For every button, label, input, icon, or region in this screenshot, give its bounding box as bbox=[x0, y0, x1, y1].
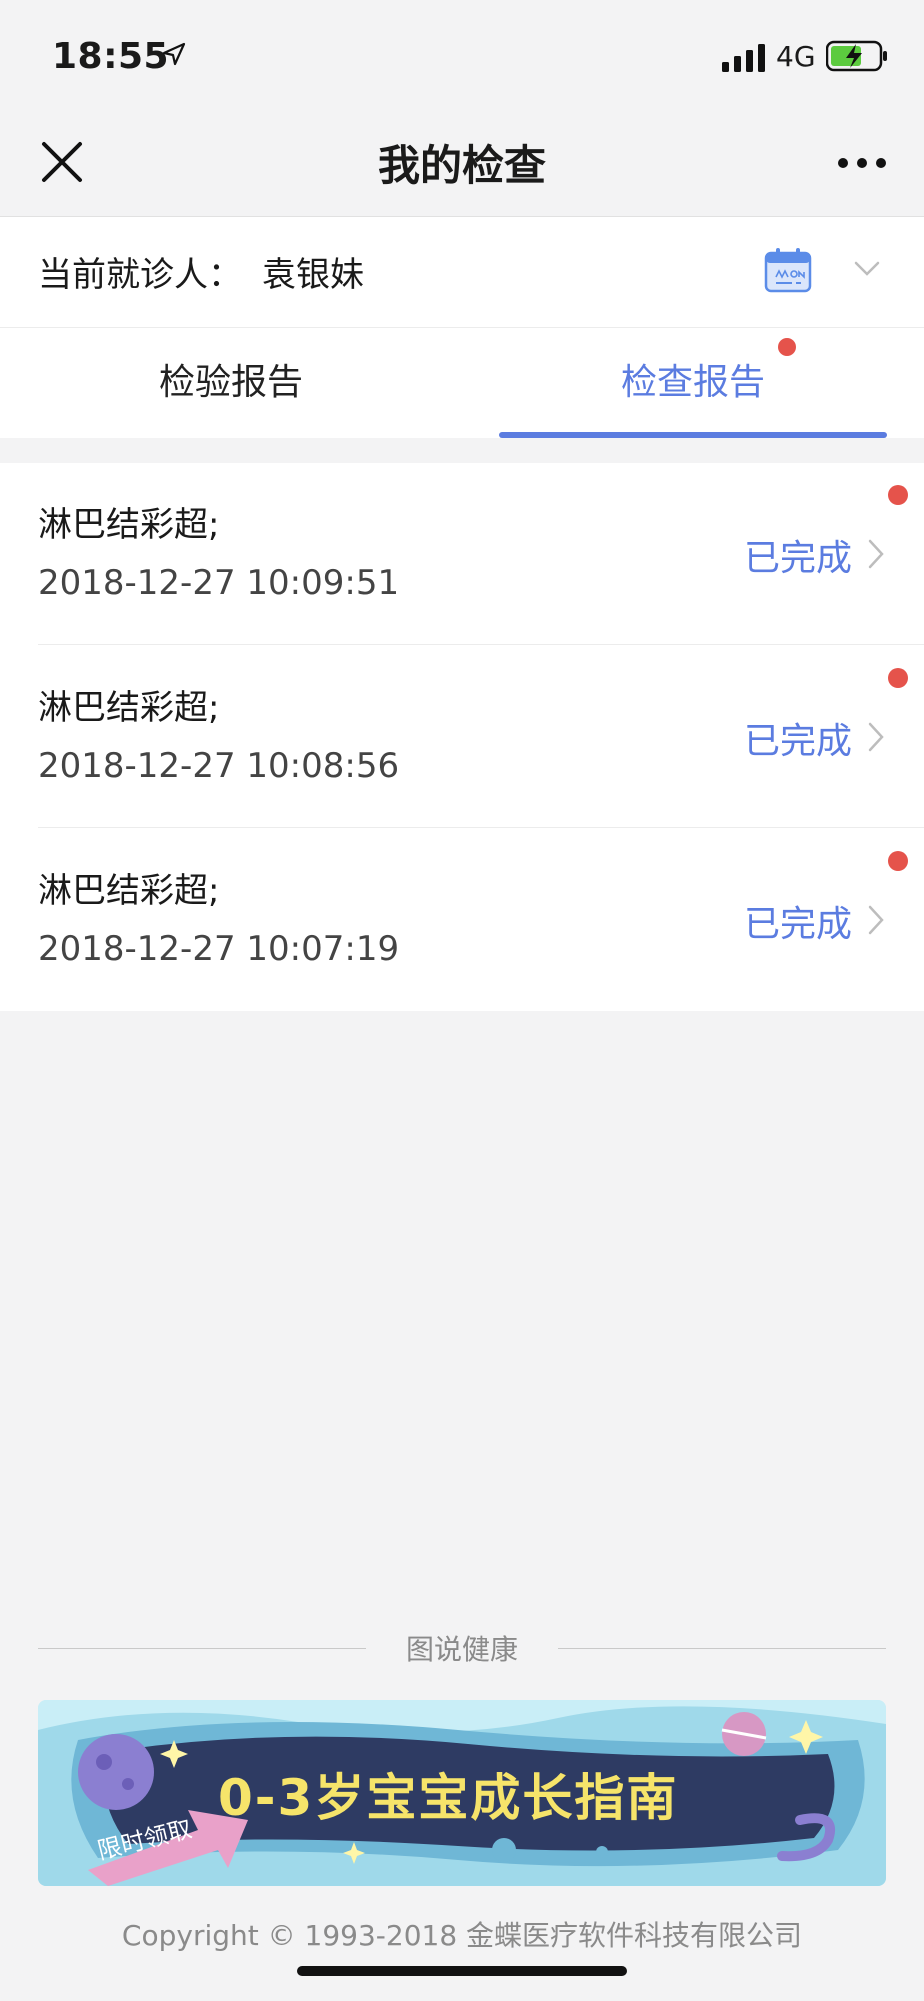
calendar-icon[interactable] bbox=[764, 247, 812, 293]
report-list-item[interactable]: 淋巴结彩超; 2018-12-27 10:07:19 已完成 bbox=[0, 829, 924, 1011]
unread-dot bbox=[888, 668, 908, 688]
row-divider bbox=[38, 827, 924, 828]
report-datetime: 2018-12-27 10:09:51 bbox=[38, 563, 400, 603]
report-datetime: 2018-12-27 10:08:56 bbox=[38, 746, 400, 786]
row-divider bbox=[38, 644, 924, 645]
network-type: 4G bbox=[776, 40, 816, 73]
page-title: 我的检查 bbox=[377, 141, 546, 190]
report-name: 淋巴结彩超; bbox=[38, 505, 220, 545]
report-datetime: 2018-12-27 10:07:19 bbox=[38, 929, 400, 969]
location-arrow-icon bbox=[162, 42, 186, 66]
chevron-right-icon bbox=[868, 722, 884, 752]
unread-dot bbox=[888, 485, 908, 505]
report-name: 淋巴结彩超; bbox=[38, 871, 220, 911]
section-divider-right bbox=[558, 1648, 886, 1649]
report-list: 淋巴结彩超; 2018-12-27 10:09:51 已完成 淋巴结彩超; 20… bbox=[0, 463, 924, 1011]
report-tabs: 检验报告 检查报告 bbox=[0, 328, 924, 438]
status-bar: 18:55 4G bbox=[0, 0, 924, 110]
report-name: 淋巴结彩超; bbox=[38, 688, 220, 728]
banner-headline: 0-3岁宝宝成长指南 bbox=[218, 1769, 679, 1827]
promo-banner[interactable]: 0-3岁宝宝成长指南 限时领取 bbox=[38, 1700, 886, 1886]
report-list-item[interactable]: 淋巴结彩超; 2018-12-27 10:09:51 已完成 bbox=[0, 463, 924, 645]
chevron-down-icon[interactable] bbox=[854, 261, 880, 277]
tab-lab-report[interactable]: 检验报告 bbox=[0, 328, 462, 438]
unread-dot bbox=[888, 851, 908, 871]
report-list-item[interactable]: 淋巴结彩超; 2018-12-27 10:08:56 已完成 bbox=[0, 646, 924, 828]
more-options-icon[interactable] bbox=[836, 156, 888, 170]
battery-charging-icon bbox=[826, 40, 887, 72]
home-indicator[interactable] bbox=[297, 1966, 627, 1976]
active-tab-indicator bbox=[499, 432, 887, 438]
report-status: 已完成 bbox=[744, 904, 853, 945]
patient-name: 袁银妹 bbox=[262, 255, 364, 295]
patient-selector[interactable]: 当前就诊人： 袁银妹 bbox=[0, 217, 924, 328]
chevron-right-icon bbox=[868, 905, 884, 935]
tab-exam-report[interactable]: 检查报告 bbox=[462, 328, 924, 438]
status-time: 18:55 bbox=[52, 36, 170, 77]
tab-badge-dot bbox=[778, 338, 796, 356]
signal-icon bbox=[722, 44, 765, 72]
copyright-text: Copyright © 1993-2018 金蝶医疗软件科技有限公司 bbox=[121, 1919, 803, 1952]
chevron-right-icon bbox=[868, 539, 884, 569]
patient-label: 当前就诊人： bbox=[38, 255, 242, 295]
report-status: 已完成 bbox=[744, 721, 853, 762]
report-status: 已完成 bbox=[744, 538, 853, 579]
